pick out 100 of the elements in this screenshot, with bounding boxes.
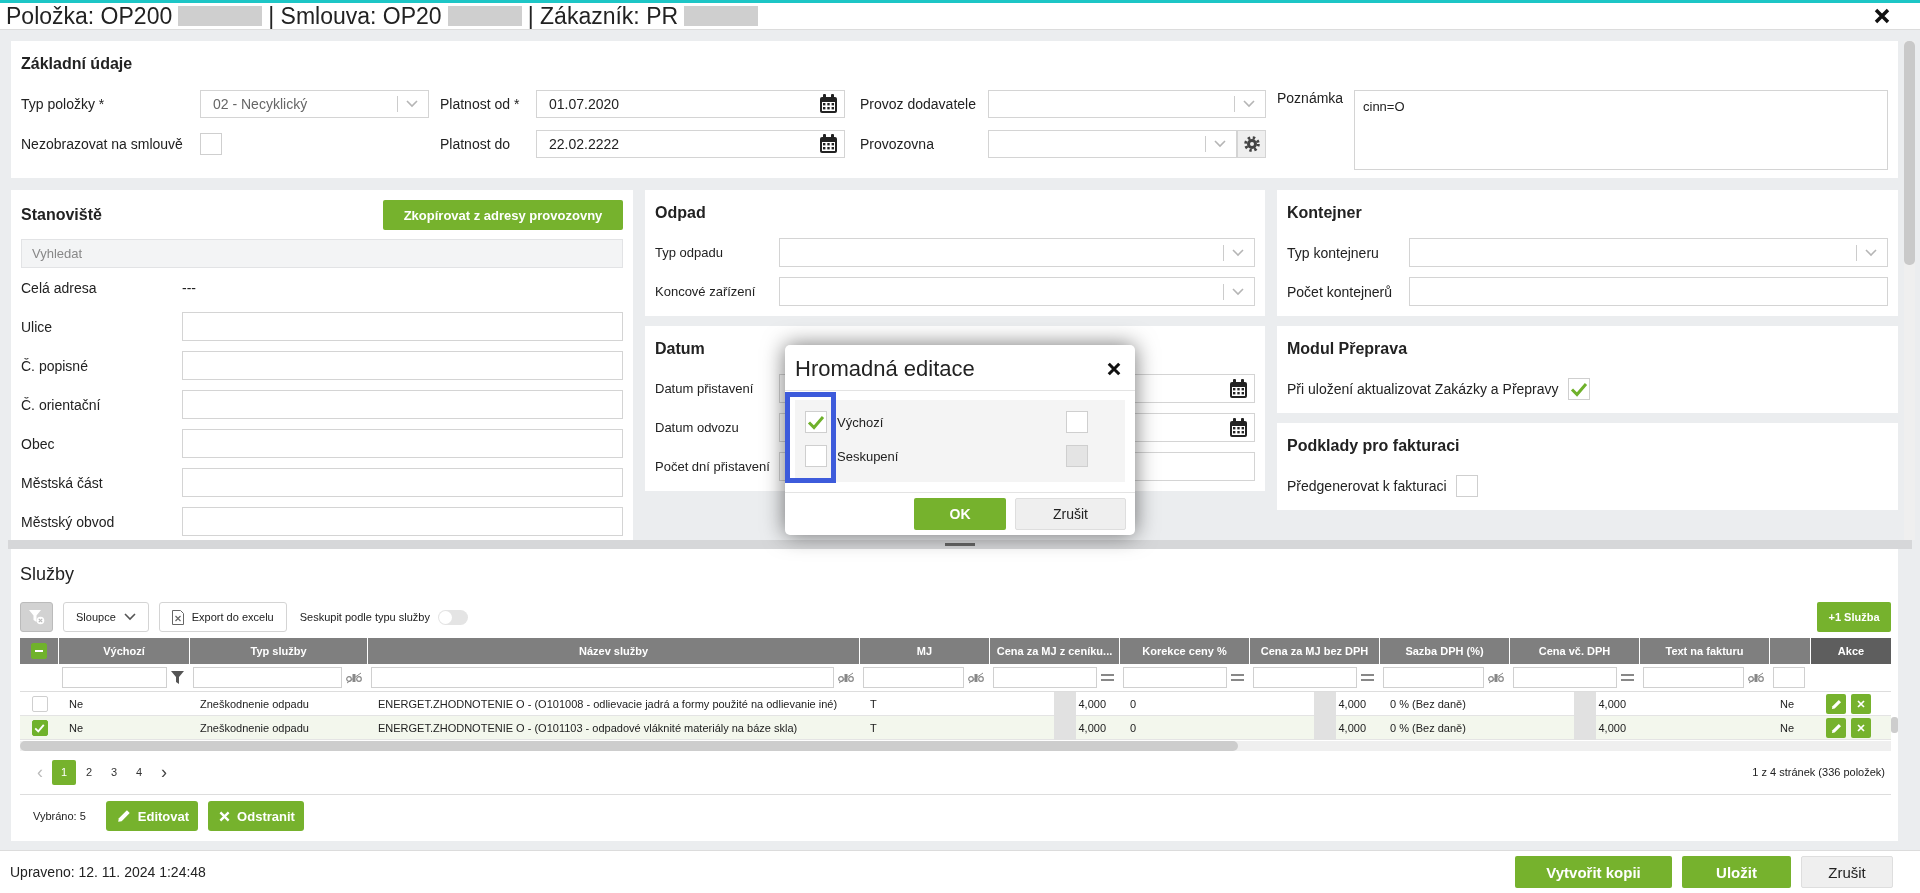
input-field[interactable]	[182, 390, 623, 419]
chevron-down-icon	[406, 100, 418, 108]
equals-icon	[1231, 674, 1244, 681]
filter-field[interactable]	[371, 667, 834, 688]
select-field[interactable]	[988, 130, 1237, 158]
scrollbar[interactable]	[1904, 41, 1915, 540]
page-button[interactable]: 2	[77, 759, 101, 785]
chevron-down-icon	[123, 613, 136, 621]
table-cell-text: 0	[1129, 721, 1138, 736]
column-header: Název služby	[368, 638, 860, 664]
page-button[interactable]: 3	[102, 759, 126, 785]
window-title: Položka: OP200	[6, 3, 173, 29]
filter-field[interactable]	[1773, 667, 1805, 688]
column-header: Cena za MJ z ceníku...	[990, 638, 1120, 664]
checkbox[interactable]	[31, 696, 48, 712]
toggle-switch[interactable]	[437, 609, 468, 625]
field-label: Předgenerovat k fakturaci	[1287, 477, 1447, 494]
table-cell-text: T	[869, 697, 878, 712]
table-cell-text: Ne	[68, 697, 85, 712]
equals-icon	[1101, 674, 1114, 681]
scrollbar[interactable]	[20, 741, 1891, 751]
table-cell-text: 0	[1129, 697, 1138, 712]
section-title: Podklady pro fakturaci	[1287, 436, 1460, 456]
input-field[interactable]	[182, 312, 623, 341]
filter-field[interactable]	[863, 667, 964, 688]
field-label: Při uložení aktualizovat Zakázky a Přepravy	[1287, 380, 1559, 397]
settings-icon	[1243, 136, 1260, 152]
select-all-checkbox[interactable]	[31, 643, 47, 659]
section-title: Služby	[20, 563, 76, 586]
input-field[interactable]	[182, 468, 623, 497]
window-title: | Zákazník: PR	[527, 3, 679, 29]
close-button[interactable]	[1107, 362, 1121, 376]
edit-button[interactable]	[1826, 694, 1846, 714]
input-field[interactable]	[1409, 277, 1888, 306]
input-field[interactable]	[182, 429, 623, 458]
filter-field[interactable]	[1253, 667, 1357, 688]
selection-count: Vybráno: 5	[33, 810, 86, 822]
section-title: Základní údaje	[21, 54, 134, 74]
checkbox[interactable]	[805, 411, 827, 433]
option-label: Seskupení	[837, 448, 900, 464]
search-field[interactable]: Vyhledat	[21, 239, 623, 268]
calendar-icon	[1229, 378, 1248, 399]
checkbox[interactable]	[1066, 411, 1088, 433]
close-icon	[1857, 700, 1865, 708]
filter-field[interactable]	[993, 667, 1097, 688]
field-label: Počet dní přistavení	[655, 459, 771, 474]
note-field[interactable]: cinn=O	[1354, 90, 1888, 170]
text-filter-icon	[968, 671, 984, 684]
checkbox[interactable]	[1455, 474, 1478, 497]
scrollbar[interactable]	[1891, 717, 1898, 733]
input-field[interactable]	[182, 351, 623, 380]
date-field[interactable]: 01.07.2020	[536, 90, 845, 118]
pencil-icon	[1830, 722, 1842, 734]
calendar-icon	[1229, 417, 1248, 438]
input-field[interactable]	[182, 507, 623, 536]
select-field[interactable]	[988, 90, 1266, 118]
page-summary: 1 z 4 stránek (336 položek)	[1752, 766, 1885, 778]
column-header: Cena za MJ bez DPH	[1250, 638, 1380, 664]
checkbox[interactable]	[1567, 377, 1590, 400]
field-label: Datum odvozu	[655, 420, 740, 435]
field-label: Datum přistavení	[655, 381, 755, 396]
next-page-button[interactable]: ›	[152, 762, 176, 782]
field-label: Ulice	[21, 318, 54, 335]
filter-field[interactable]	[1513, 667, 1617, 688]
column-header: Cena vč. DPH	[1510, 638, 1640, 664]
pencil-icon	[1830, 698, 1842, 710]
select-field[interactable]	[779, 238, 1255, 267]
splitter-handle[interactable]	[945, 543, 975, 546]
delete-button[interactable]	[1851, 718, 1871, 738]
calendar-icon	[819, 94, 838, 114]
cancel-button[interactable]: Zrušit	[1015, 498, 1126, 530]
select-field[interactable]	[779, 277, 1255, 306]
edit-button[interactable]	[1826, 718, 1846, 738]
footer-button[interactable]: Zrušit	[1801, 856, 1893, 888]
section-title: Kontejner	[1287, 203, 1362, 223]
select-field[interactable]	[1409, 238, 1888, 267]
date-field[interactable]: 22.02.2222	[536, 130, 845, 158]
settings-button[interactable]	[1237, 130, 1266, 158]
filter-field[interactable]	[1383, 667, 1484, 688]
column-header: Výchozí	[59, 638, 190, 664]
columns-dropdown[interactable]: Sloupce	[63, 602, 149, 632]
checkbox[interactable]	[31, 720, 48, 736]
checkmark-icon	[1569, 380, 1588, 397]
filter-field[interactable]	[62, 667, 167, 688]
page-button[interactable]: 4	[127, 759, 151, 785]
window-title: | Smlouva: OP20	[268, 3, 442, 29]
dialog-title: Hromadná editace	[795, 356, 975, 382]
delete-button[interactable]	[1851, 694, 1871, 714]
filter-field[interactable]	[193, 667, 342, 688]
column-header: Text na fakturu	[1640, 638, 1770, 664]
export-button[interactable]: Export do excelu	[158, 602, 287, 632]
text-filter-icon	[1748, 671, 1764, 684]
close-button[interactable]	[1874, 8, 1890, 24]
filter-field[interactable]	[1643, 667, 1744, 688]
column-header: Korekce ceny %	[1120, 638, 1250, 664]
checkbox[interactable]	[200, 133, 222, 155]
chevron-down-icon	[1243, 100, 1255, 108]
checkbox[interactable]	[805, 445, 827, 467]
text-filter-icon	[1488, 671, 1504, 684]
filter-field[interactable]	[1123, 667, 1227, 688]
